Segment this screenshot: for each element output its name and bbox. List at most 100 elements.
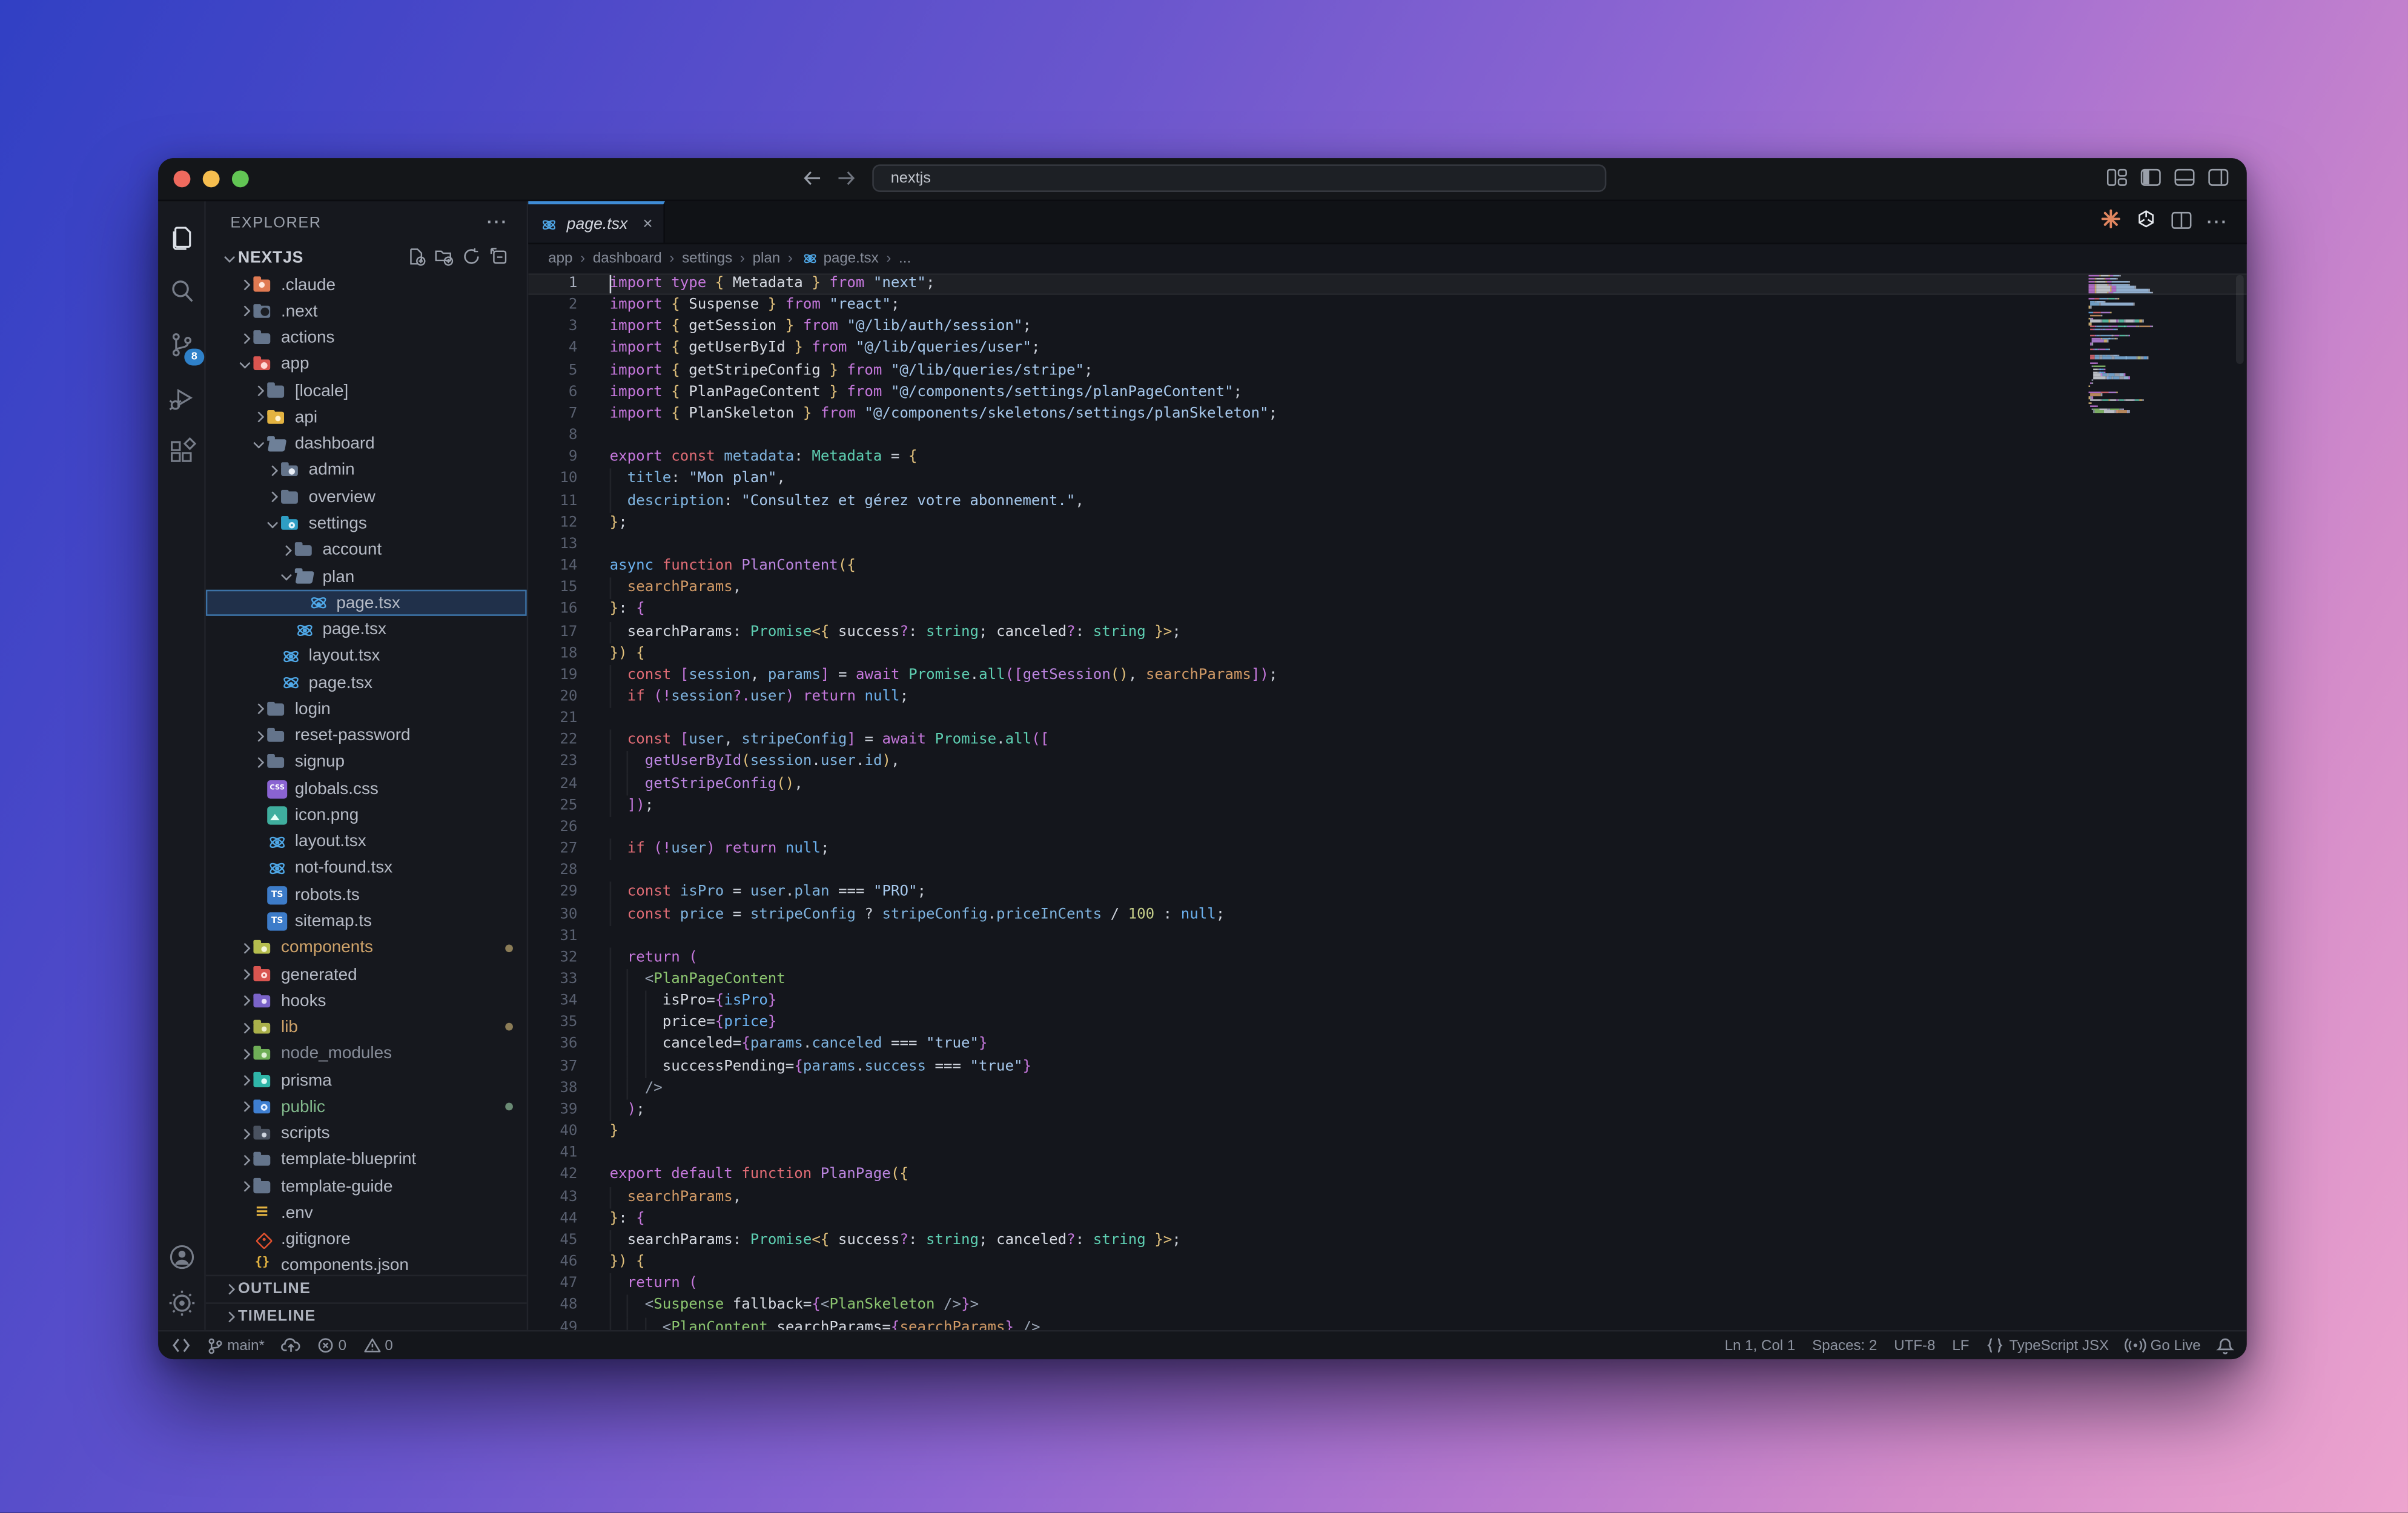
code-line-24[interactable]: 24 getStripeConfig(),	[528, 773, 2246, 795]
code-line-10[interactable]: 10 title: "Mon plan",	[528, 469, 2246, 491]
tree-item-page.tsx[interactable]: page.tsx	[206, 670, 527, 697]
forward-icon[interactable]	[837, 165, 855, 193]
code-line-3[interactable]: 3import { getSession } from "@/lib/auth/…	[528, 317, 2246, 339]
openai-extension-icon[interactable]	[2136, 208, 2156, 236]
code-line-5[interactable]: 5import { getStripeConfig } from "@/lib/…	[528, 360, 2246, 382]
breadcrumb-item-app[interactable]: app	[548, 250, 572, 267]
status-item-remote-icon[interactable]	[172, 1338, 190, 1353]
tree-item-template-blueprint[interactable]: template-blueprint	[206, 1147, 527, 1174]
code-line-22[interactable]: 22 const [user, stripeConfig] = await Pr…	[528, 730, 2246, 752]
code-line-18[interactable]: 18}) {	[528, 643, 2246, 665]
tree-item-overview[interactable]: overview	[206, 484, 527, 511]
collapse-folders-icon[interactable]	[490, 247, 508, 270]
code-line-44[interactable]: 44}: {	[528, 1208, 2246, 1230]
tree-item-actions[interactable]: actions	[206, 325, 527, 351]
breadcrumb-item-plan[interactable]: plan	[753, 250, 781, 267]
new-file-icon[interactable]	[407, 247, 425, 270]
tree-item-layout.tsx[interactable]: layout.tsx	[206, 829, 527, 855]
code-line-26[interactable]: 26	[528, 817, 2246, 839]
code-line-4[interactable]: 4import { getUserById } from "@/lib/quer…	[528, 339, 2246, 360]
tree-item-generated[interactable]: generated	[206, 961, 527, 988]
status-item-ln-1--col-1[interactable]: Ln 1, Col 1	[1725, 1337, 1796, 1354]
code-line-15[interactable]: 15 searchParams,	[528, 578, 2246, 600]
status-item-main-[interactable]: main*	[207, 1337, 265, 1354]
status-item-go-live[interactable]: Go Live	[2126, 1337, 2201, 1354]
tree-item-admin[interactable]: admin	[206, 457, 527, 484]
code-line-35[interactable]: 35 price={price}	[528, 1013, 2246, 1035]
split-editor-icon[interactable]	[2171, 208, 2191, 236]
extensions-icon[interactable]	[163, 433, 200, 470]
code-line-14[interactable]: 14async function PlanContent({	[528, 556, 2246, 578]
toggle-panel-icon[interactable]	[2175, 165, 2195, 193]
code-line-17[interactable]: 17 searchParams: Promise<{ success?: str…	[528, 621, 2246, 643]
code-line-20[interactable]: 20 if (!session?.user) return null;	[528, 686, 2246, 708]
explorer-icon[interactable]	[163, 218, 200, 255]
tree-item-icon.png[interactable]: icon.png	[206, 802, 527, 829]
tree-item-locale[interactable]: [locale]	[206, 378, 527, 405]
code-line-36[interactable]: 36 canceled={params.canceled === "true"}	[528, 1035, 2246, 1056]
code-line-25[interactable]: 25 ]);	[528, 795, 2246, 817]
code-line-48[interactable]: 48 <Suspense fallback={<PlanSkeleton />}…	[528, 1295, 2246, 1317]
code-line-37[interactable]: 37 successPending={params.success === "t…	[528, 1056, 2246, 1078]
code-line-29[interactable]: 29 const isPro = user.plan === "PRO";	[528, 882, 2246, 904]
status-item-utf-8[interactable]: UTF-8	[1894, 1337, 1935, 1354]
code-line-6[interactable]: 6import { PlanPageContent } from "@/comp…	[528, 382, 2246, 404]
tree-item-template-guide[interactable]: template-guide	[206, 1173, 527, 1200]
status-item-0[interactable]: 0	[319, 1337, 346, 1354]
code-line-21[interactable]: 21	[528, 708, 2246, 730]
code-line-42[interactable]: 42export default function PlanPage({	[528, 1165, 2246, 1187]
code-line-38[interactable]: 38 />	[528, 1078, 2246, 1100]
outline-section[interactable]: OUTLINE	[206, 1275, 527, 1303]
tree-item-robots.ts[interactable]: robots.ts	[206, 882, 527, 909]
code-line-39[interactable]: 39 );	[528, 1099, 2246, 1121]
code-line-7[interactable]: 7import { PlanSkeleton } from "@/compone…	[528, 404, 2246, 426]
code-editor[interactable]: 1import type { Metadata } from "next";2i…	[528, 272, 2246, 1330]
tree-item-not-found.tsx[interactable]: not-found.tsx	[206, 855, 527, 882]
tree-item-app[interactable]: app	[206, 351, 527, 378]
tree-item-components.json[interactable]: components.json	[206, 1253, 527, 1275]
new-folder-icon[interactable]	[435, 247, 453, 270]
settings-gear-icon[interactable]	[163, 1284, 200, 1321]
breadcrumb-item-page.tsx[interactable]: page.tsx	[801, 249, 879, 267]
code-line-16[interactable]: 16}: {	[528, 600, 2246, 621]
code-line-49[interactable]: 49 <PlanContent searchParams={searchPara…	[528, 1317, 2246, 1330]
zoom-window-button[interactable]	[232, 170, 249, 187]
tree-item-plan[interactable]: plan	[206, 563, 527, 590]
code-line-1[interactable]: 1import type { Metadata } from "next";	[528, 273, 2246, 295]
tree-item-signup[interactable]: signup	[206, 749, 527, 776]
project-root-row[interactable]: NEXTJS	[206, 244, 527, 272]
code-line-34[interactable]: 34 isPro={isPro}	[528, 991, 2246, 1013]
claude-extension-icon[interactable]	[2101, 208, 2121, 236]
tree-item-components[interactable]: components	[206, 935, 527, 961]
editor-more-actions-icon[interactable]	[2207, 213, 2228, 231]
tree-item-layout.tsx[interactable]: layout.tsx	[206, 643, 527, 670]
tree-item-page.tsx[interactable]: page.tsx	[206, 590, 527, 617]
tree-item-hooks[interactable]: hooks	[206, 988, 527, 1015]
status-item-bell-icon[interactable]	[2218, 1337, 2233, 1354]
breadcrumb-item-dashboard[interactable]: dashboard	[593, 250, 662, 267]
breadcrumb-item-...[interactable]: ...	[899, 250, 911, 267]
tree-item-lib[interactable]: lib	[206, 1015, 527, 1041]
tab-page-tsx[interactable]: page.tsx	[528, 201, 665, 242]
tree-item-.next[interactable]: .next	[206, 299, 527, 325]
status-item-0[interactable]: 0	[363, 1337, 393, 1354]
breadcrumb-item-settings[interactable]: settings	[682, 250, 732, 267]
status-item-lf[interactable]: LF	[1952, 1337, 1969, 1354]
customize-layout-icon[interactable]	[2107, 165, 2127, 193]
back-icon[interactable]	[803, 165, 821, 193]
tree-item-reset-password[interactable]: reset-password	[206, 723, 527, 749]
toggle-secondary-sidebar-icon[interactable]	[2208, 165, 2228, 193]
code-line-11[interactable]: 11 description: "Consultez et gérez votr…	[528, 491, 2246, 512]
code-line-41[interactable]: 41	[528, 1143, 2246, 1165]
tree-item-sitemap.ts[interactable]: sitemap.ts	[206, 909, 527, 935]
tree-item-settings[interactable]: settings	[206, 511, 527, 537]
tree-item-account[interactable]: account	[206, 537, 527, 564]
tree-item-prisma[interactable]: prisma	[206, 1067, 527, 1094]
command-center-search[interactable]: nextjs	[872, 164, 1606, 192]
tree-item-public[interactable]: public	[206, 1094, 527, 1121]
code-line-46[interactable]: 46}) {	[528, 1252, 2246, 1274]
code-line-32[interactable]: 32 return (	[528, 947, 2246, 969]
code-line-28[interactable]: 28	[528, 861, 2246, 882]
search-icon[interactable]	[163, 272, 200, 309]
code-line-19[interactable]: 19 const [session, params] = await Promi…	[528, 664, 2246, 686]
